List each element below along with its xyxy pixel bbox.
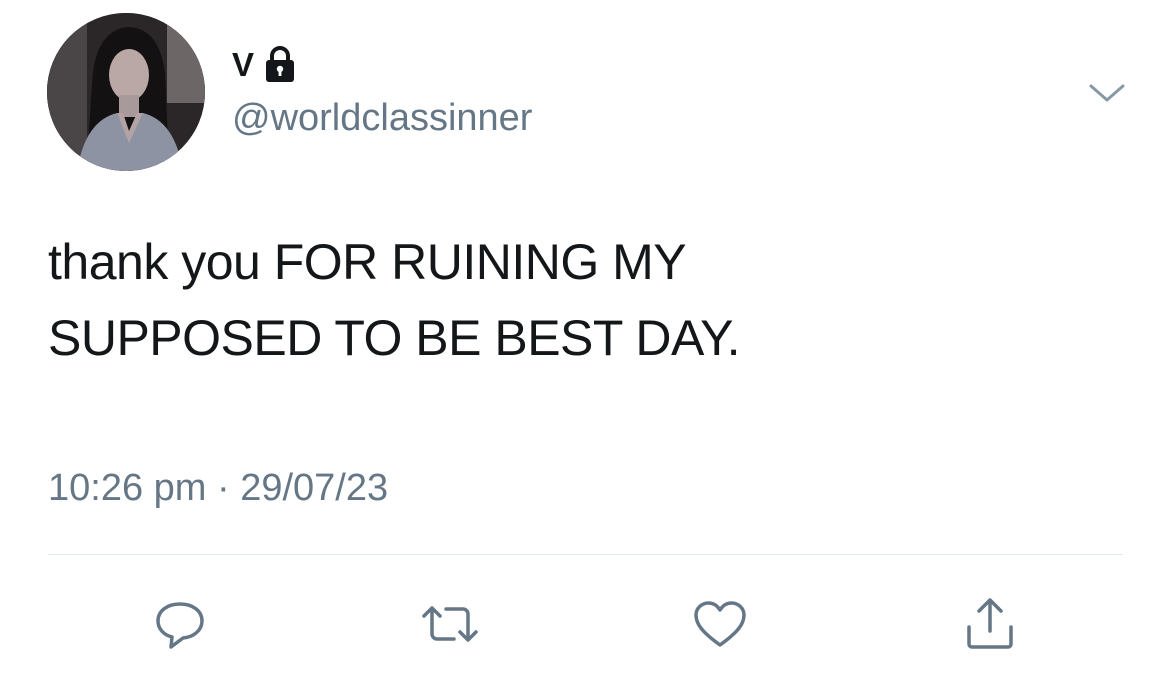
reply-button[interactable] bbox=[148, 592, 212, 656]
tweet-timestamp[interactable]: 10:26 pm · 29/07/23 bbox=[48, 467, 388, 510]
retweet-button[interactable] bbox=[418, 592, 482, 656]
reply-icon bbox=[156, 602, 204, 649]
avatar[interactable] bbox=[47, 13, 205, 171]
display-name-row: V bbox=[232, 40, 296, 88]
tweet-text-line-2: SUPPOSED TO BE BEST DAY. bbox=[48, 310, 740, 366]
user-handle[interactable]: @worldclassinner bbox=[232, 97, 532, 140]
display-name[interactable]: V bbox=[232, 48, 254, 81]
chevron-down-icon[interactable] bbox=[1087, 78, 1127, 108]
tweet-card: V @worldclassinner thank you FOR RUINING… bbox=[0, 0, 1170, 675]
like-button[interactable] bbox=[688, 592, 752, 656]
avatar-image bbox=[47, 13, 205, 171]
tweet-text: thank you FOR RUINING MY SUPPOSED TO BE … bbox=[48, 224, 948, 376]
heart-icon bbox=[694, 601, 746, 647]
retweet-icon bbox=[422, 606, 478, 642]
share-button[interactable] bbox=[958, 592, 1022, 656]
tweet-text-line-1: thank you FOR RUINING MY bbox=[48, 234, 687, 290]
divider bbox=[48, 554, 1123, 555]
share-icon bbox=[967, 598, 1013, 649]
lock-icon bbox=[266, 46, 295, 82]
